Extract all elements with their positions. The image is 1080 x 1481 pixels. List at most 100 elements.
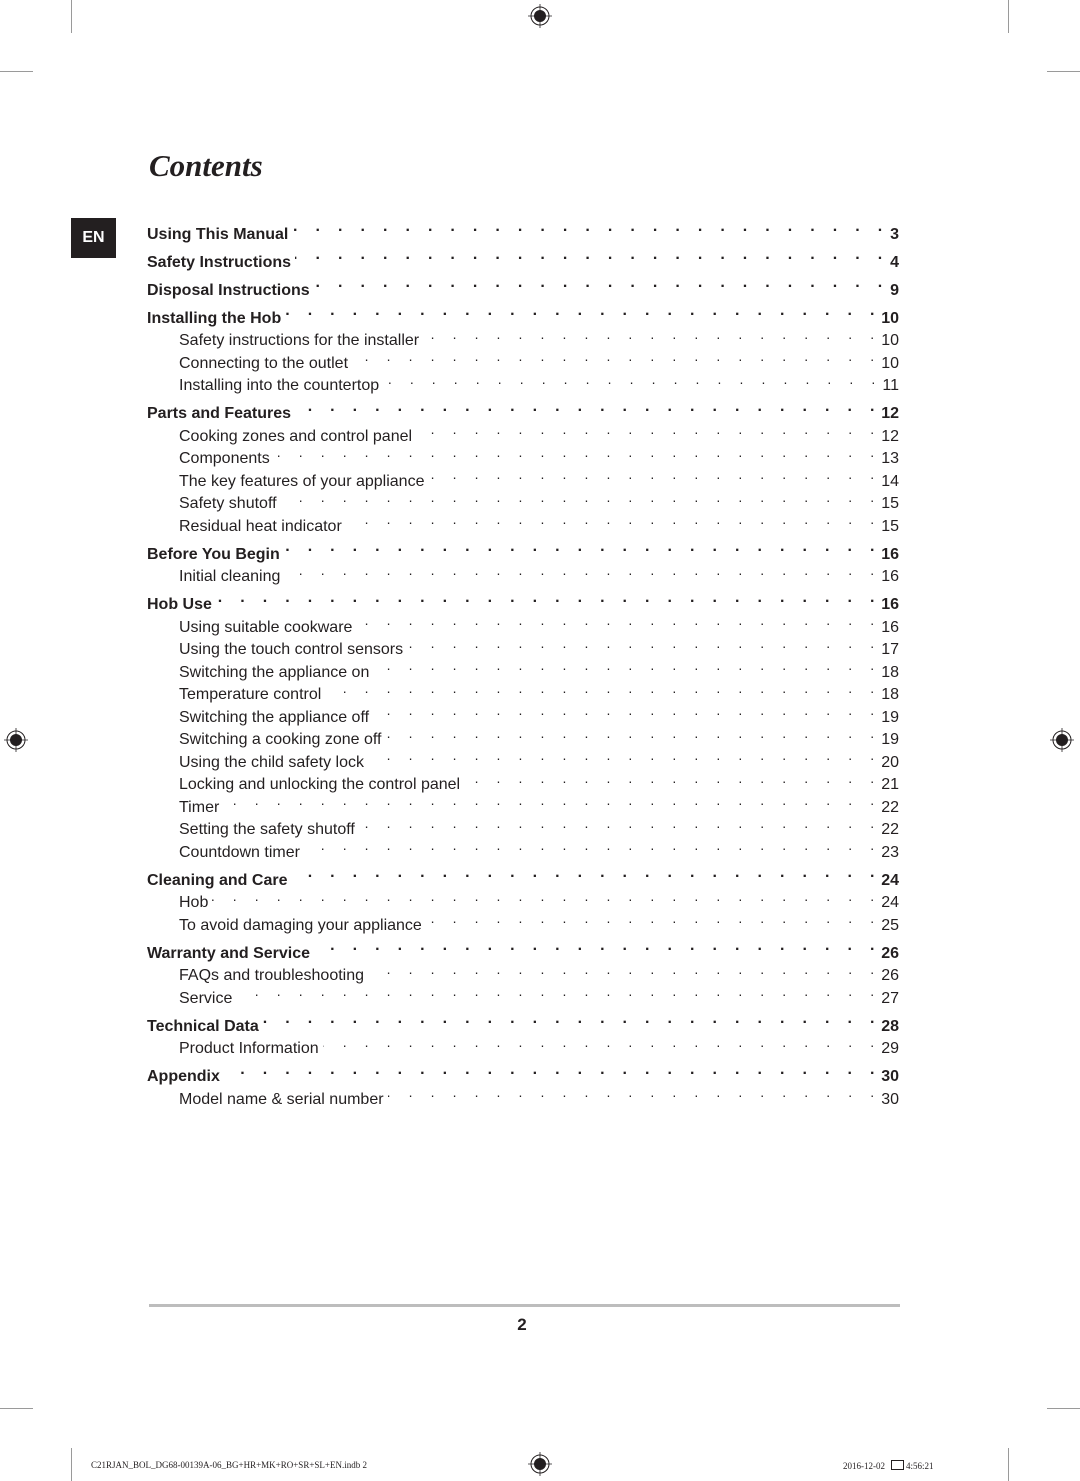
toc-entry-label: Hob	[179, 894, 209, 911]
language-tab-label: EN	[82, 229, 105, 246]
dot-leader	[359, 812, 881, 835]
toc-section-entry[interactable]: Cleaning and Care24	[147, 862, 899, 889]
dot-leader	[464, 767, 881, 790]
toc-entry-page-number: 27	[881, 989, 899, 1007]
dot-leader	[224, 1059, 881, 1082]
toc-entry-page-number: 29	[881, 1040, 899, 1057]
toc-entry-page-number: 16	[881, 568, 899, 585]
toc-entry-page-number: 11	[882, 377, 899, 394]
toc-entry-page-number: 13	[881, 450, 899, 467]
toc-subsection-entry[interactable]: Model name & serial number 30	[147, 1081, 899, 1108]
toc-entry-label: Hob Use	[147, 596, 212, 613]
toc-subsection-entry[interactable]: Service 27	[147, 980, 899, 1007]
toc-subsection-entry[interactable]: Using suitable cookware 16	[147, 609, 899, 636]
toc-entry-label: Appendix	[147, 1068, 220, 1085]
dot-leader	[263, 1008, 881, 1031]
toc-entry-label: Installing into the countertop	[179, 377, 380, 394]
toc-section-entry[interactable]: Installing the Hob 10	[147, 300, 899, 327]
toc-subsection-entry[interactable]: Hob 24	[147, 885, 899, 912]
toc-entry-label: Safety Instructions	[147, 253, 292, 271]
toc-entry-page-number: 28	[881, 1017, 899, 1035]
toc-entry-label: Switching a cooking zone off	[179, 731, 382, 748]
crop-mark	[1047, 71, 1080, 72]
toc-entry-page-number: 30	[881, 1090, 899, 1108]
dot-leader	[407, 632, 881, 655]
toc-entry-page-number: 26	[881, 967, 899, 984]
toc-entry-page-number: 24	[881, 871, 899, 889]
toc-entry-page-number: 25	[881, 916, 899, 934]
crop-mark	[71, 1448, 72, 1481]
toc-subsection-entry[interactable]: Setting the safety shutoff22	[147, 812, 899, 839]
toc-section-entry[interactable]: Disposal Instructions 9	[147, 272, 899, 299]
toc-entry-page-number: 14	[881, 472, 899, 490]
toc-entry-label: Using the child safety lock	[179, 753, 364, 771]
toc-subsection-entry[interactable]: Timer 22	[147, 789, 899, 816]
toc-entry-page-number: 30	[881, 1068, 899, 1085]
toc-entry-label: Components	[179, 450, 270, 467]
dot-leader	[346, 508, 881, 531]
am-pm-glyph-icon	[891, 1460, 904, 1470]
toc-entry-label: Service	[179, 989, 233, 1007]
toc-entry-label: Initial cleaning	[179, 568, 281, 585]
dot-leader	[223, 789, 881, 812]
toc-entry-label: Temperature control	[179, 686, 322, 703]
toc-section-entry[interactable]: Safety Instructions 4	[147, 244, 899, 271]
dot-leader	[428, 463, 881, 486]
crop-mark	[1047, 1408, 1080, 1409]
toc-entry-page-number: 16	[881, 618, 899, 636]
print-slug-time: 4:56:21	[906, 1461, 934, 1471]
toc-entry-label: Installing the Hob	[147, 309, 282, 327]
dot-leader	[274, 441, 881, 464]
toc-entry-label: Using This Manual	[147, 225, 289, 243]
toc-entry-page-number: 17	[881, 641, 899, 658]
toc-entry-label: Technical Data	[147, 1017, 259, 1035]
toc-entry-label: Using suitable cookware	[179, 618, 353, 636]
toc-entry-page-number: 10	[881, 309, 899, 327]
toc-entry-page-number: 15	[881, 495, 899, 512]
dot-leader	[314, 935, 881, 958]
language-tab: EN	[71, 218, 116, 258]
toc-section-entry[interactable]: Using This Manual 3	[147, 216, 899, 243]
toc-entry-label: Parts and Features	[147, 405, 292, 422]
crop-mark	[0, 1408, 33, 1409]
toc-entry-label: Timer	[179, 798, 220, 816]
dot-leader	[291, 862, 881, 885]
toc-section-entry[interactable]: Warranty and Service 26	[147, 935, 899, 962]
toc-section-entry[interactable]: Parts and Features 12	[147, 396, 899, 423]
toc-section-entry[interactable]: Appendix 30	[147, 1059, 899, 1086]
registration-mark-icon	[1050, 728, 1074, 752]
dot-leader	[373, 654, 881, 677]
toc-entry-label: Connecting to the outlet	[179, 354, 349, 372]
dot-leader	[281, 486, 882, 509]
toc-entry-label: Switching the appliance off	[179, 708, 370, 726]
toc-entry-page-number: 16	[881, 596, 899, 613]
dot-leader	[295, 244, 889, 267]
print-slug-date: 2016-12-02	[843, 1461, 885, 1471]
toc-entry-label: Safety shutoff	[179, 495, 277, 512]
toc-subsection-entry[interactable]: To avoid damaging your appliance 25	[147, 907, 899, 934]
page-title: Contents	[149, 148, 263, 183]
toc-section-entry[interactable]: Before You Begin 16	[147, 536, 899, 563]
crop-mark	[71, 0, 72, 33]
toc-section-entry[interactable]: Hob Use 16	[147, 587, 899, 614]
page-number: 2	[517, 1315, 527, 1334]
dot-leader	[295, 396, 881, 419]
toc-entry-page-number: 15	[881, 517, 899, 535]
toc-section-entry[interactable]: Technical Data 28	[147, 1008, 899, 1035]
print-slug-timestamp: 2016-12-02 4:56:21	[843, 1460, 934, 1471]
toc-entry-label: Product Information	[179, 1040, 319, 1057]
toc-entry-label: Warranty and Service	[147, 944, 311, 962]
dot-leader	[368, 958, 881, 981]
toc-entry-label: To avoid damaging your appliance	[179, 916, 422, 934]
dot-leader	[285, 300, 881, 323]
crop-mark	[1008, 1448, 1009, 1481]
toc-entry-page-number: 19	[881, 731, 899, 748]
dot-leader	[383, 368, 882, 391]
dot-leader	[373, 699, 881, 722]
dot-leader	[216, 587, 881, 610]
dot-leader	[352, 345, 881, 368]
registration-mark-icon	[528, 4, 552, 28]
toc-entry-page-number: 20	[881, 753, 899, 771]
toc-entry-page-number: 21	[881, 776, 899, 793]
toc-entry-page-number: 26	[881, 944, 899, 962]
